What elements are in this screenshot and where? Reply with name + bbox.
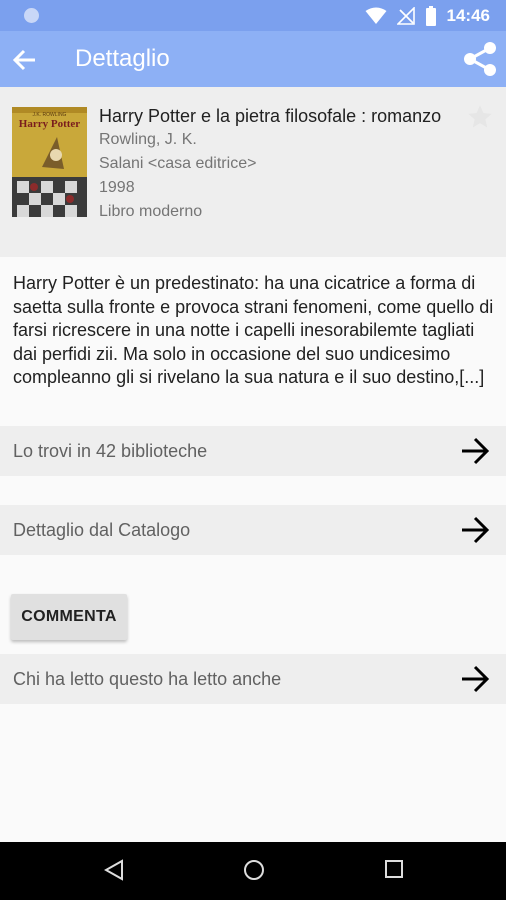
book-meta: Harry Potter e la pietra filosofale : ro… [99,104,459,224]
book-cover-image: Harry Potter J.K. ROWLING [12,107,87,217]
notification-dot-icon [24,8,39,23]
arrow-forward-icon [462,516,490,544]
also-read-label: Chi ha letto questo ha letto anche [13,669,282,689]
book-year: 1998 [99,179,135,196]
book-title: Harry Potter e la pietra filosofale : ro… [99,106,442,126]
status-time: 14:46 [446,6,490,25]
battery-icon [425,6,436,26]
wifi-icon [365,7,387,24]
book-description: Harry Potter è un predestinato: ha una c… [13,273,494,387]
arrow-forward-icon [462,437,490,465]
no-signal-icon [396,7,415,25]
cover-author-text: J.K. ROWLING [33,112,67,118]
libraries-row[interactable]: Lo trovi in 42 biblioteche [0,426,506,476]
catalog-detail-label: Dettaglio dal Catalogo [13,520,191,540]
also-read-row[interactable]: Chi ha letto questo ha letto anche [0,654,506,704]
nav-home-icon[interactable] [243,859,265,881]
page-title: Dettaglio [75,45,170,72]
nav-recents-icon[interactable] [384,859,404,879]
status-bar: 14:46 [0,0,506,31]
app-bar: Dettaglio [0,31,506,87]
comment-button[interactable]: COMMENTA [11,594,127,640]
share-icon[interactable] [460,39,500,79]
libraries-label: Lo trovi in 42 biblioteche [13,441,208,461]
system-nav-bar [0,842,506,900]
book-type: Libro moderno [99,203,203,220]
arrow-forward-icon [462,665,490,693]
cover-title-text: Harry Potter [19,118,80,130]
book-publisher: Salani <casa editrice> [99,155,257,172]
nav-back-icon[interactable] [104,859,124,881]
book-header: Harry Potter J.K. ROWLING Harry Potter e… [0,87,506,257]
arrow-back-icon[interactable] [12,47,38,73]
book-author: Rowling, J. K. [99,131,197,148]
catalog-detail-row[interactable]: Dettaglio dal Catalogo [0,505,506,555]
favorite-star-icon[interactable] [466,103,494,131]
